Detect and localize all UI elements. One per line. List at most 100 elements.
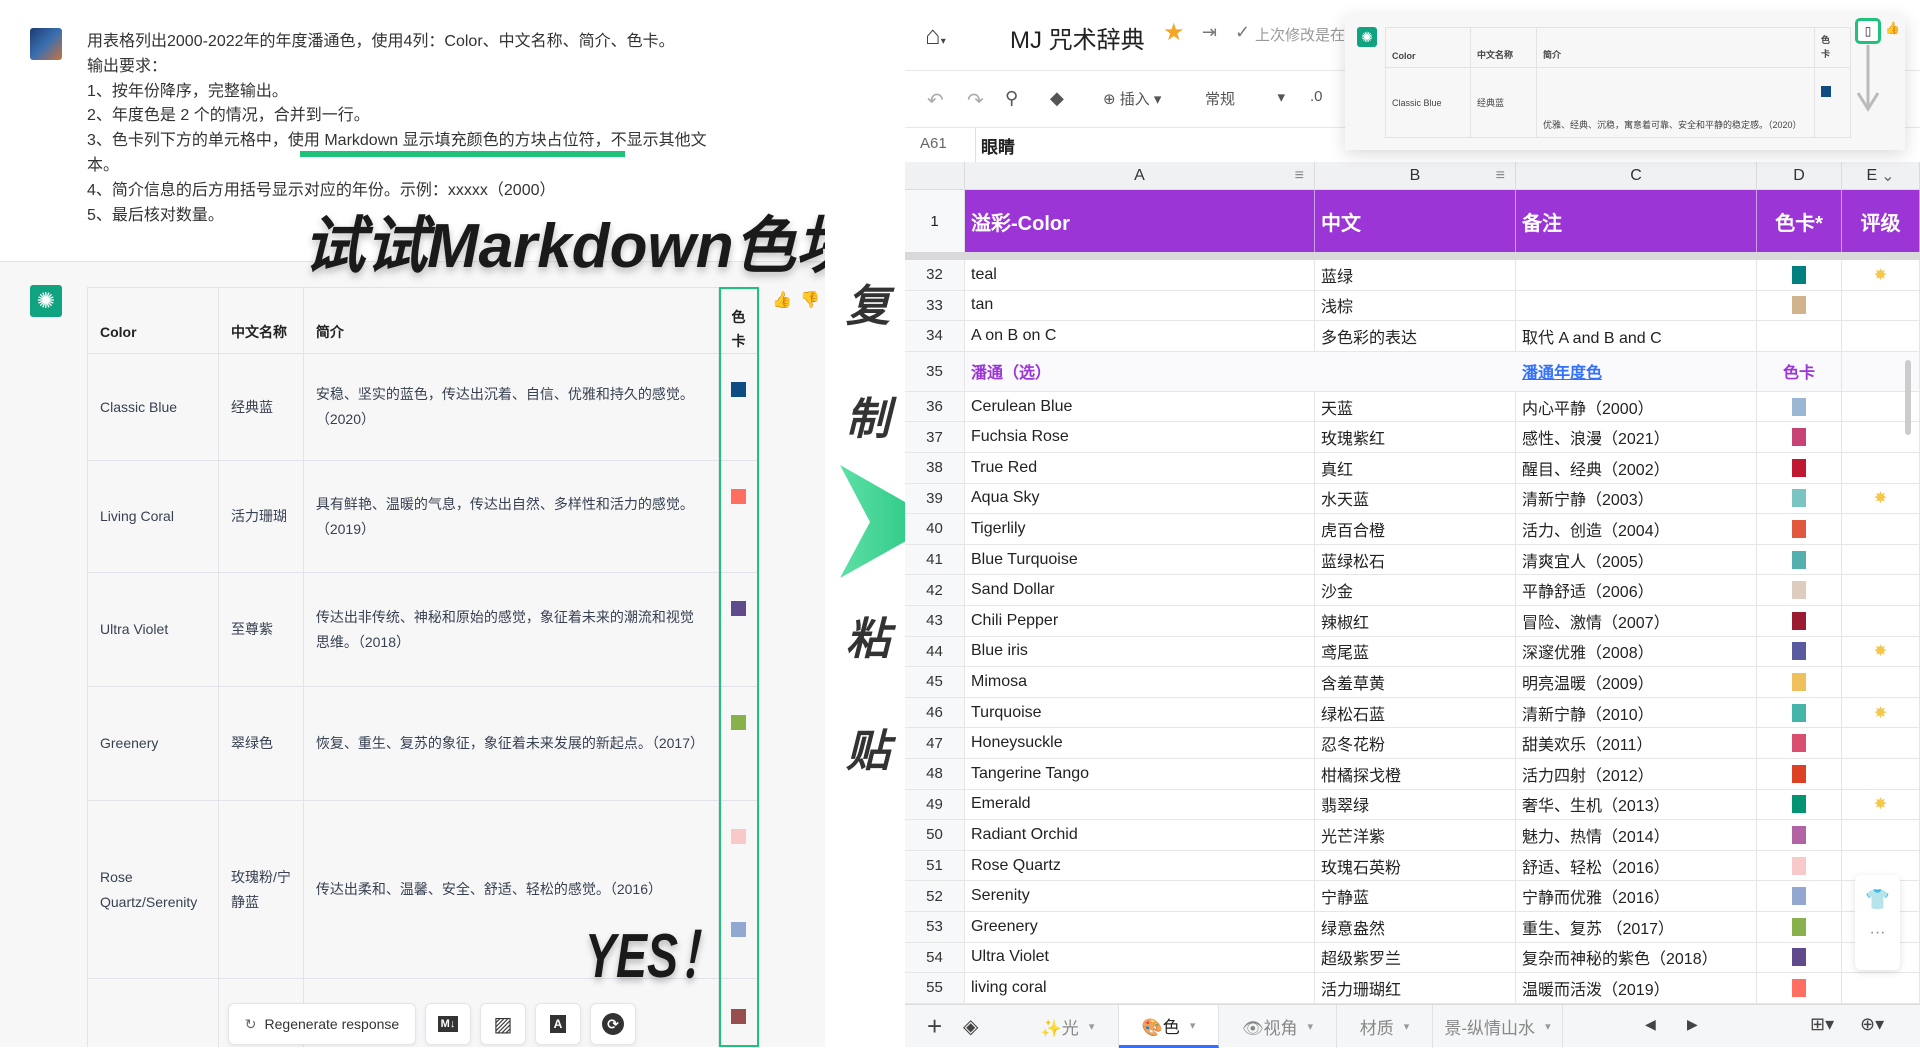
cell[interactable]: [1757, 321, 1842, 351]
redo-icon[interactable]: ↷: [967, 88, 984, 113]
cell-reference[interactable]: A61: [920, 135, 947, 152]
cell[interactable]: [1757, 290, 1842, 321]
cell[interactable]: 醒目、经典（2002）: [1516, 453, 1757, 483]
cell[interactable]: [1757, 453, 1842, 483]
cell[interactable]: 色卡: [1757, 351, 1842, 391]
cell[interactable]: 含羞草黄: [1315, 667, 1516, 697]
sheet-tab[interactable]: ✨光 ▾: [1017, 1005, 1119, 1048]
cell[interactable]: 宁静蓝: [1315, 881, 1516, 911]
cell[interactable]: 超级紫罗兰: [1315, 942, 1516, 973]
home-icon[interactable]: ⌂▾: [925, 20, 946, 51]
cell[interactable]: [1757, 728, 1842, 758]
cell[interactable]: True Red: [965, 453, 1315, 483]
chevron-down-icon[interactable]: ▾: [1089, 1020, 1095, 1033]
col-header-d[interactable]: D: [1757, 162, 1842, 190]
cell[interactable]: 感性、浪漫（2021）: [1516, 422, 1757, 452]
cell[interactable]: [1757, 789, 1842, 820]
cell[interactable]: [1842, 973, 1920, 1003]
cell[interactable]: Tangerine Tango: [965, 759, 1315, 789]
cell[interactable]: 清新宁静（2003）: [1516, 483, 1757, 514]
cell[interactable]: [1842, 759, 1920, 789]
cell[interactable]: 活力四射（2012）: [1516, 759, 1757, 789]
cell[interactable]: ✸: [1842, 483, 1920, 514]
cell[interactable]: 玫瑰紫红: [1315, 422, 1516, 452]
cell[interactable]: 复杂而神秘的紫色（2018）: [1516, 942, 1757, 973]
cell[interactable]: 甜美欢乐（2011）: [1516, 728, 1757, 758]
cell[interactable]: 冒险、激情（2007）: [1516, 606, 1757, 636]
cell[interactable]: [1757, 260, 1842, 290]
cell[interactable]: [1757, 881, 1842, 911]
sync-icon[interactable]: ⟳: [590, 1003, 636, 1045]
row-number[interactable]: 49: [905, 789, 965, 820]
move-icon[interactable]: ⇥: [1202, 22, 1217, 43]
row-number[interactable]: 46: [905, 697, 965, 728]
row-number[interactable]: 50: [905, 820, 965, 850]
cell[interactable]: [1757, 942, 1842, 973]
row-number[interactable]: 55: [905, 973, 965, 1003]
cell[interactable]: tan: [965, 290, 1315, 321]
sheet-tab[interactable]: 🎨色 ▾: [1119, 1005, 1219, 1048]
row-number[interactable]: 38: [905, 453, 965, 483]
row-number[interactable]: 33: [905, 290, 965, 321]
cell[interactable]: Turquoise: [965, 697, 1315, 728]
cell[interactable]: Serenity: [965, 881, 1315, 911]
cell[interactable]: [1842, 575, 1920, 605]
row-number[interactable]: 41: [905, 544, 965, 575]
cell[interactable]: Rose Quartz: [965, 850, 1315, 881]
cell[interactable]: Chili Pepper: [965, 606, 1315, 636]
zoom-icon[interactable]: ⊕▾: [1860, 1014, 1884, 1035]
cell[interactable]: 蓝绿: [1315, 260, 1516, 290]
cell[interactable]: 舒适、轻松（2016）: [1516, 850, 1757, 881]
row-number[interactable]: 51: [905, 850, 965, 881]
cell[interactable]: Aqua Sky: [965, 483, 1315, 514]
cell[interactable]: 蓝绿松石: [1315, 544, 1516, 575]
cell[interactable]: 玫瑰石英粉: [1315, 850, 1516, 881]
cell[interactable]: [1757, 391, 1842, 422]
cell[interactable]: 活力、创造（2004）: [1516, 514, 1757, 544]
cell[interactable]: [1842, 453, 1920, 483]
filter-icon[interactable]: ≡: [1295, 167, 1304, 185]
star-icon[interactable]: ★: [1163, 18, 1185, 47]
header-cell[interactable]: 备注: [1516, 190, 1757, 252]
add-sheet-icon[interactable]: +: [927, 1011, 942, 1042]
cell[interactable]: [1842, 667, 1920, 697]
grid-view-icon[interactable]: ⊞▾: [1810, 1014, 1834, 1035]
cell[interactable]: 真红: [1315, 453, 1516, 483]
row-number[interactable]: 37: [905, 422, 965, 452]
format-painter-icon[interactable]: ⚲: [1005, 88, 1018, 109]
cell[interactable]: living coral: [965, 973, 1315, 1003]
header-cell[interactable]: 评级: [1842, 190, 1920, 252]
cell[interactable]: 宁静而优雅（2016）: [1516, 881, 1757, 911]
chevron-down-icon[interactable]: ▾: [1190, 1019, 1196, 1032]
cell[interactable]: 光芒洋紫: [1315, 820, 1516, 850]
cell[interactable]: Sand Dollar: [965, 575, 1315, 605]
cell[interactable]: [1842, 820, 1920, 850]
cell[interactable]: [1842, 514, 1920, 544]
cell[interactable]: 平静舒适（2006）: [1516, 575, 1757, 605]
insert-button[interactable]: ⊕ 插入 ▾: [1103, 88, 1161, 109]
cell[interactable]: 取代 A and B and C: [1516, 321, 1757, 351]
cell[interactable]: 忍冬花粉: [1315, 728, 1516, 758]
cell[interactable]: A on B on C: [965, 321, 1315, 351]
cell[interactable]: 潘通年度色: [1516, 351, 1757, 391]
select-all-corner[interactable]: [905, 162, 965, 190]
cell[interactable]: 清新宁静（2010）: [1516, 697, 1757, 728]
cell[interactable]: 柑橘探戈橙: [1315, 759, 1516, 789]
chevron-down-icon[interactable]: ▾: [1404, 1020, 1410, 1033]
cell[interactable]: Ultra Violet: [965, 942, 1315, 973]
cell[interactable]: [1757, 544, 1842, 575]
cell[interactable]: 绿松石蓝: [1315, 697, 1516, 728]
cell[interactable]: Tigerlily: [965, 514, 1315, 544]
cell[interactable]: [1757, 912, 1842, 942]
cell[interactable]: Emerald: [965, 789, 1315, 820]
cell[interactable]: [1757, 575, 1842, 605]
scrollbar-thumb[interactable]: [1905, 360, 1911, 435]
cell[interactable]: [1757, 820, 1842, 850]
row-number[interactable]: 54: [905, 942, 965, 973]
more-icon[interactable]: ···: [1855, 924, 1900, 942]
sheet-tab[interactable]: 景-纵情山水 ▾: [1433, 1005, 1563, 1048]
cell[interactable]: Blue Turquoise: [965, 544, 1315, 575]
cell[interactable]: [1757, 514, 1842, 544]
cell[interactable]: [1757, 483, 1842, 514]
cell[interactable]: Cerulean Blue: [965, 391, 1315, 422]
